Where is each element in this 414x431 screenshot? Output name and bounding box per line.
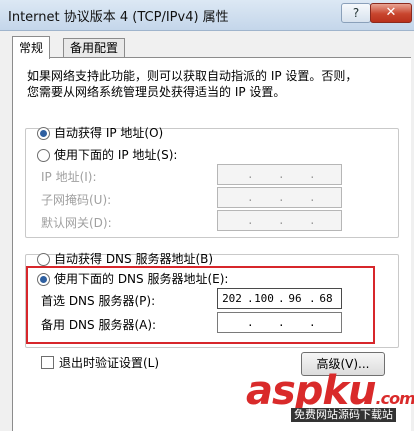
dot: . — [309, 168, 316, 181]
ip-auto-option[interactable]: 自动获得 IP 地址(O) — [37, 124, 163, 141]
subnet-mask-field[interactable]: . . . — [217, 187, 342, 208]
dot: . — [247, 214, 254, 227]
dot: . — [278, 168, 285, 181]
ip-auto-label: 自动获得 IP 地址(O) — [54, 126, 164, 140]
watermark-tagline: 免费网站源码下载站 — [291, 408, 396, 422]
dot: . — [309, 214, 316, 227]
dot: . — [278, 214, 285, 227]
window-title: Internet 协议版本 4 (TCP/IPv4) 属性 — [8, 10, 229, 25]
tab-alternate-config[interactable]: 备用配置 — [63, 38, 126, 58]
dot: . — [278, 191, 285, 204]
close-button[interactable]: ✕ — [370, 3, 412, 23]
description-text: 如果网络支持此功能，则可以获取自动指派的 IP 设置。否则， 您需要从网络系统管… — [27, 68, 397, 100]
ip-manual-radio[interactable] — [37, 149, 50, 162]
tab-general[interactable]: 常规 — [12, 36, 51, 59]
ip-auto-radio[interactable] — [37, 127, 50, 140]
watermark-logo-suffix: .com — [375, 389, 414, 408]
dns-highlight-box — [26, 266, 375, 344]
dns-auto-option[interactable]: 自动获得 DNS 服务器地址(B) — [37, 250, 213, 267]
dot: . — [309, 191, 316, 204]
ip-manual-label: 使用下面的 IP 地址(S): — [54, 148, 178, 162]
default-gateway-label: 默认网关(D): — [41, 216, 112, 230]
tab-strip: 常规 备用配置 — [12, 36, 412, 59]
title-bar: Internet 协议版本 4 (TCP/IPv4) 属性 ? ✕ — [0, 0, 414, 31]
description-line-2: 您需要从网络系统管理员处获得适当的 IP 设置。 — [27, 85, 286, 99]
validate-label: 退出时验证设置(L) — [59, 356, 160, 370]
dns-auto-label: 自动获得 DNS 服务器地址(B) — [54, 252, 214, 266]
ip-address-label: IP 地址(I): — [41, 170, 97, 184]
dot: . — [247, 168, 254, 181]
description-line-1: 如果网络支持此功能，则可以获取自动指派的 IP 设置。否则， — [27, 69, 358, 83]
help-button[interactable]: ? — [341, 3, 371, 23]
dot: . — [247, 191, 254, 204]
subnet-mask-label: 子网掩码(U): — [41, 193, 112, 207]
validate-checkbox[interactable] — [41, 356, 54, 369]
ip-manual-option[interactable]: 使用下面的 IP 地址(S): — [37, 146, 181, 163]
ip-address-field[interactable]: . . . — [217, 164, 342, 185]
default-gateway-field[interactable]: . . . — [217, 210, 342, 231]
dns-auto-radio[interactable] — [37, 253, 50, 266]
